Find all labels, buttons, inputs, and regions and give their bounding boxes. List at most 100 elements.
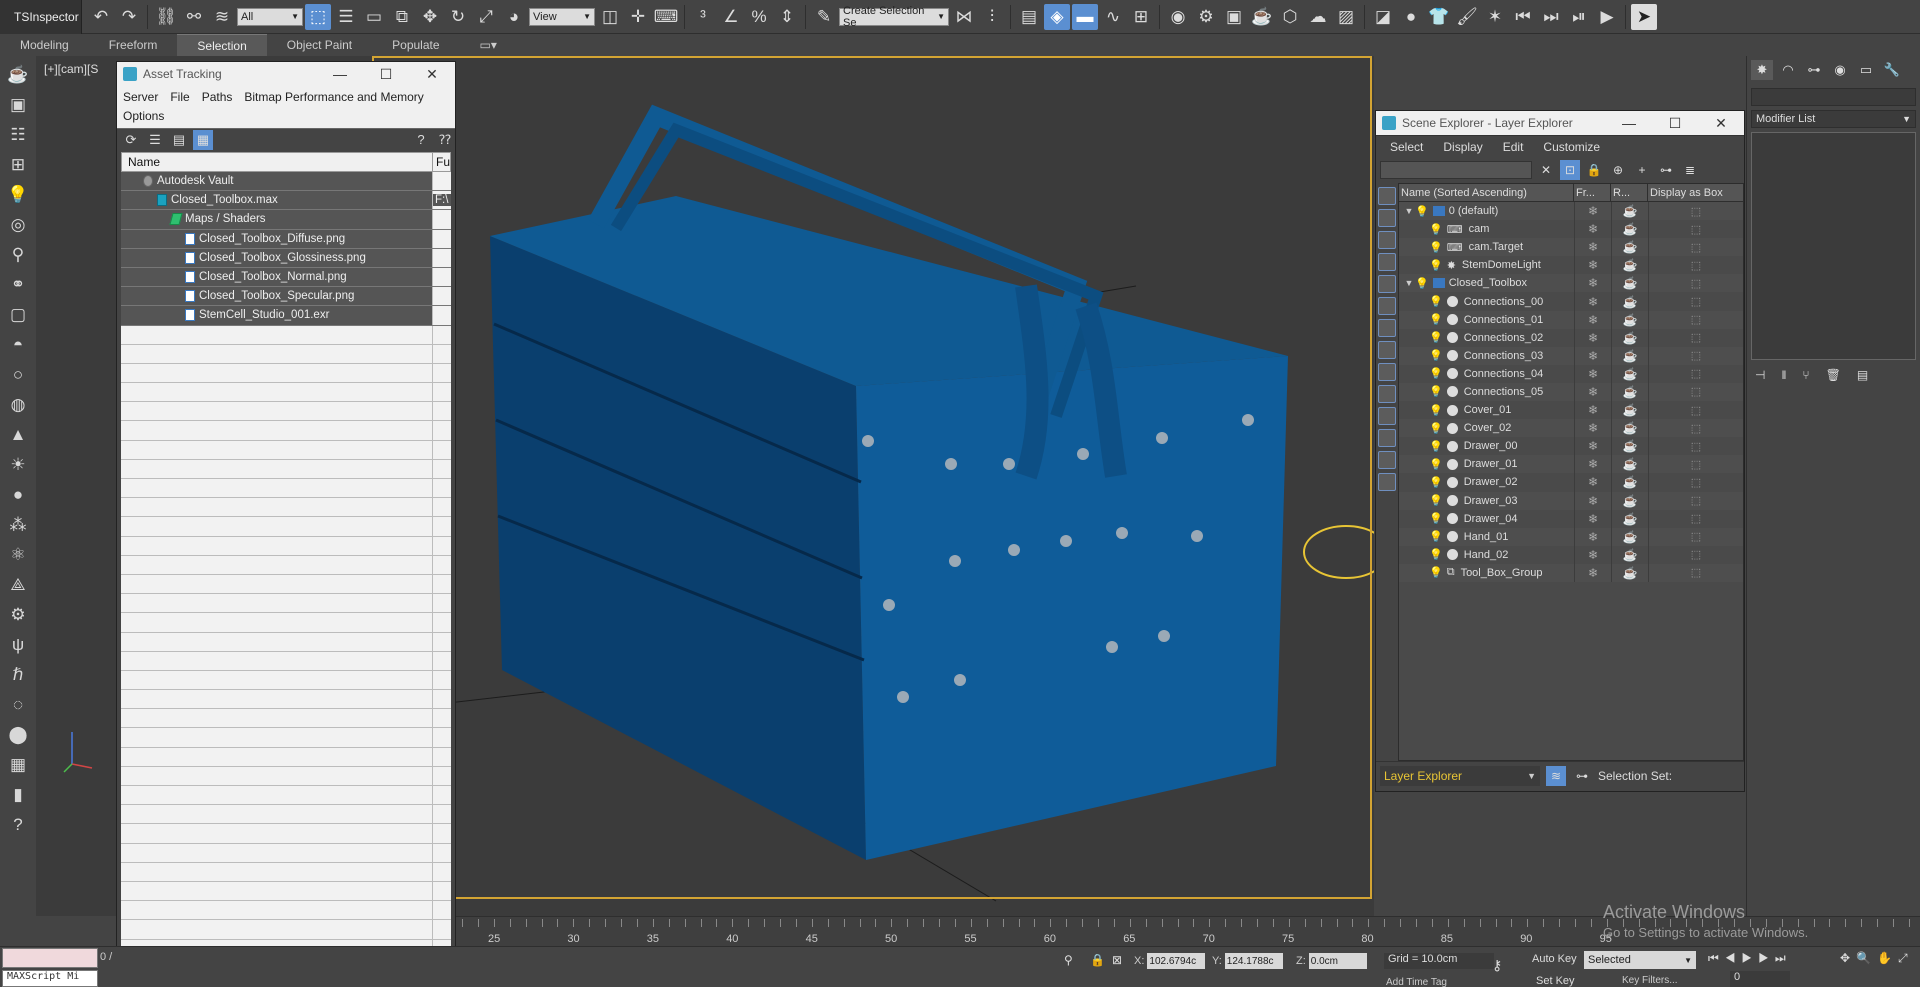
gear-icon[interactable]: ⚙ <box>5 602 31 628</box>
selection-filter-dropdown[interactable]: All ▼ <box>237 7 303 26</box>
new-layer-icon[interactable]: ⊕ <box>1608 160 1628 180</box>
asset-row[interactable] <box>121 881 451 902</box>
display-as-box-icon[interactable]: ⬚ <box>1691 440 1701 453</box>
column-name-sorted[interactable]: Name (Sorted Ascending) <box>1399 184 1574 201</box>
pin-stack-icon[interactable]: ⊣ <box>1755 368 1765 382</box>
display-as-box-icon[interactable]: ⬚ <box>1691 205 1701 218</box>
visibility-bulb-icon[interactable]: 💡 <box>1429 259 1443 272</box>
lock-selection-icon[interactable]: 🔒 <box>1090 953 1105 967</box>
display-as-box-icon[interactable]: ⬚ <box>1691 548 1701 561</box>
render-production-icon[interactable]: ☕ <box>1249 4 1275 30</box>
display-as-box-icon[interactable]: ⬚ <box>1691 295 1701 308</box>
visibility-bulb-icon[interactable]: 💡 <box>1429 494 1443 507</box>
asset-row[interactable]: Closed_Toolbox_Glossiness.png <box>121 248 451 268</box>
cursor-icon[interactable]: ➤ <box>1631 3 1657 30</box>
filter-geometry-icon[interactable] <box>1378 187 1396 205</box>
motion-tab-icon[interactable]: ◉ <box>1829 60 1851 80</box>
visibility-bulb-icon[interactable]: 💡 <box>1429 512 1443 525</box>
asset-row[interactable] <box>121 920 451 940</box>
asset-row[interactable] <box>121 536 451 556</box>
calendar-icon[interactable]: ▦ <box>5 752 31 778</box>
search-input[interactable] <box>1380 161 1532 179</box>
expand-arrow-icon[interactable]: ▼ <box>1403 278 1415 288</box>
visibility-bulb-icon[interactable]: 💡 <box>1429 404 1443 417</box>
asset-row[interactable] <box>121 363 451 384</box>
renderable-teapot-icon[interactable]: ☕ <box>1623 385 1638 399</box>
visibility-bulb-icon[interactable]: 💡 <box>1429 223 1443 236</box>
circle-icon[interactable]: ○ <box>5 362 31 388</box>
asset-row[interactable] <box>121 479 451 499</box>
asset-row[interactable] <box>121 901 451 921</box>
grid-icon[interactable]: ⊞ <box>5 152 31 178</box>
filter-bones-icon[interactable] <box>1378 363 1396 381</box>
make-unique-icon[interactable]: ⑂ <box>1802 368 1809 382</box>
asset-row[interactable]: Closed_Toolbox_Specular.png <box>121 287 451 307</box>
hierarchy-icon[interactable]: ⊶ <box>1572 766 1592 786</box>
unlink-icon[interactable]: ⚯ <box>181 4 207 30</box>
display-as-box-icon[interactable]: ⬚ <box>1691 241 1701 254</box>
list-view-icon[interactable]: ☰ <box>145 130 165 150</box>
shell-icon[interactable]: ◌ <box>5 692 31 718</box>
renderable-teapot-icon[interactable]: ☕ <box>1623 530 1638 544</box>
freeze-icon[interactable]: ❄ <box>1588 457 1598 471</box>
visibility-bulb-icon[interactable]: 💡 <box>1429 295 1443 308</box>
redo-icon[interactable]: ↷ <box>116 4 142 30</box>
angle-snap-icon[interactable]: ∠ <box>718 4 744 30</box>
freeze-icon[interactable]: ❄ <box>1588 530 1598 544</box>
freeze-icon[interactable]: ❄ <box>1588 313 1598 327</box>
renderable-teapot-icon[interactable]: ☕ <box>1623 403 1638 417</box>
sparkle-icon[interactable]: ✶ <box>1482 4 1508 30</box>
display-as-box-icon[interactable]: ⬚ <box>1691 458 1701 471</box>
modifier-list-dropdown[interactable]: Modifier List ▼ <box>1751 110 1916 128</box>
asset-row[interactable] <box>121 862 451 882</box>
scene-row[interactable]: ▼ 💡 Closed_Toolbox ❄ ☕ ⬚ <box>1399 274 1743 293</box>
scene-row[interactable]: 💡 Hand_02 ❄ ☕ ⬚ <box>1399 545 1743 564</box>
menu-select[interactable]: Select <box>1390 140 1423 154</box>
context-help-icon[interactable]: ⁇ <box>435 130 455 150</box>
key-icon[interactable]: ⚷ <box>1492 957 1502 974</box>
visibility-bulb-icon[interactable]: 💡 <box>1429 548 1443 561</box>
menu-file[interactable]: File <box>170 90 189 104</box>
selection-set-dropdown[interactable]: Create Selection Se ▼ <box>839 5 949 29</box>
renderable-teapot-icon[interactable]: ☕ <box>1623 258 1638 272</box>
renderable-teapot-icon[interactable]: ☕ <box>1623 421 1638 435</box>
set-key-button[interactable]: Set Key <box>1536 975 1575 987</box>
scene-row[interactable]: 💡 Connections_02 ❄ ☕ ⬚ <box>1399 328 1743 347</box>
freeze-icon[interactable]: ❄ <box>1588 548 1598 562</box>
x-value-field[interactable]: 102.6794c <box>1147 953 1206 969</box>
scene-row[interactable]: 💡 Drawer_03 ❄ ☕ ⬚ <box>1399 491 1743 510</box>
display-as-box-icon[interactable]: ⬚ <box>1691 277 1701 290</box>
prev-key-icon[interactable]: ⏮ <box>1510 4 1536 30</box>
select-manipulate-icon[interactable]: ✛ <box>625 4 651 30</box>
asset-row[interactable] <box>121 459 451 479</box>
renderable-teapot-icon[interactable]: ☕ <box>1623 475 1638 489</box>
render-setup-icon[interactable]: ⚙ <box>1193 4 1219 30</box>
visibility-bulb-icon[interactable]: 💡 <box>1415 205 1429 218</box>
pin-icon[interactable]: ⚲ <box>1064 953 1073 967</box>
set-key-icon[interactable]: ⏯ <box>1566 4 1592 30</box>
display-as-box-icon[interactable]: ⬚ <box>1691 494 1701 507</box>
scale-icon[interactable]: ⤢ <box>473 4 499 30</box>
column-frozen[interactable]: Fr... <box>1574 184 1611 201</box>
molecule-icon[interactable]: ⚛ <box>5 542 31 568</box>
menu-server[interactable]: Server <box>123 90 158 104</box>
tsinspector-tab[interactable]: TSInspector <box>0 0 82 34</box>
display-as-box-icon[interactable]: ⬚ <box>1691 476 1701 489</box>
edit-named-selection-icon[interactable]: ✎ <box>811 4 837 30</box>
display-all-icon[interactable] <box>1378 451 1396 469</box>
freeze-icon[interactable]: ❄ <box>1588 331 1598 345</box>
explorer-selector-dropdown[interactable]: Layer Explorer ▼ <box>1380 765 1540 786</box>
asset-row[interactable]: Autodesk Vault <box>121 172 451 192</box>
pyramid-icon[interactable]: ⟁ <box>5 572 31 598</box>
column-full-path[interactable]: Fu <box>433 153 450 171</box>
asset-row[interactable] <box>121 344 451 364</box>
filter-spacewarps-icon[interactable] <box>1378 297 1396 315</box>
display-as-box-icon[interactable]: ⬚ <box>1691 367 1701 380</box>
table-view-icon[interactable]: ▤ <box>169 130 189 150</box>
freeze-icon[interactable]: ❄ <box>1588 566 1598 580</box>
visibility-bulb-icon[interactable]: 💡 <box>1429 241 1443 254</box>
scene-row[interactable]: 💡 Connections_00 ❄ ☕ ⬚ <box>1399 292 1743 311</box>
scene-row[interactable]: 💡 Connections_03 ❄ ☕ ⬚ <box>1399 346 1743 365</box>
filter-containers-icon[interactable] <box>1378 385 1396 403</box>
phone-icon[interactable]: ▮ <box>5 782 31 808</box>
